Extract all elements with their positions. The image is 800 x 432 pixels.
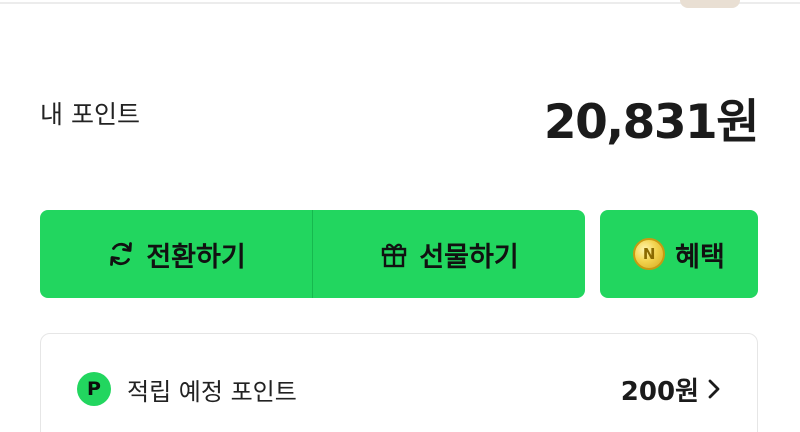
coin-icon: N <box>633 238 666 270</box>
benefit-button[interactable]: N 혜택 <box>600 210 758 298</box>
benefit-button-label: 혜택 <box>675 241 725 273</box>
expected-points-value: 200원 <box>620 376 699 407</box>
expected-points-right: 200원 <box>621 371 721 408</box>
gift-button[interactable]: 선물하기 <box>313 210 585 298</box>
point-action-bar: 전환하기 선물하기 <box>40 210 585 298</box>
convert-button[interactable]: 전환하기 <box>40 210 312 298</box>
gift-icon <box>379 239 409 269</box>
expected-points-label: 적립 예정 포인트 <box>127 377 297 406</box>
points-screen: 내 포인트 20,831원 전환하기 선물하기 N 혜택 P 적립 예정 포인트… <box>0 0 800 432</box>
my-points-row: 내 포인트 20,831원 <box>40 82 760 152</box>
chevron-right-icon <box>707 378 721 400</box>
points-badge-icon: P <box>77 372 111 406</box>
convert-button-label: 전환하기 <box>146 241 246 273</box>
expected-points-card[interactable]: P 적립 예정 포인트 200원 <box>40 333 758 432</box>
my-points-label: 내 포인트 <box>40 100 140 129</box>
gift-button-label: 선물하기 <box>419 241 519 273</box>
refresh-icon <box>106 239 136 269</box>
avatar <box>680 0 740 8</box>
expected-points-row: P 적립 예정 포인트 200원 <box>77 364 721 414</box>
my-points-value: 20,831원 <box>543 94 760 150</box>
expected-points-left: P 적립 예정 포인트 <box>77 372 297 407</box>
